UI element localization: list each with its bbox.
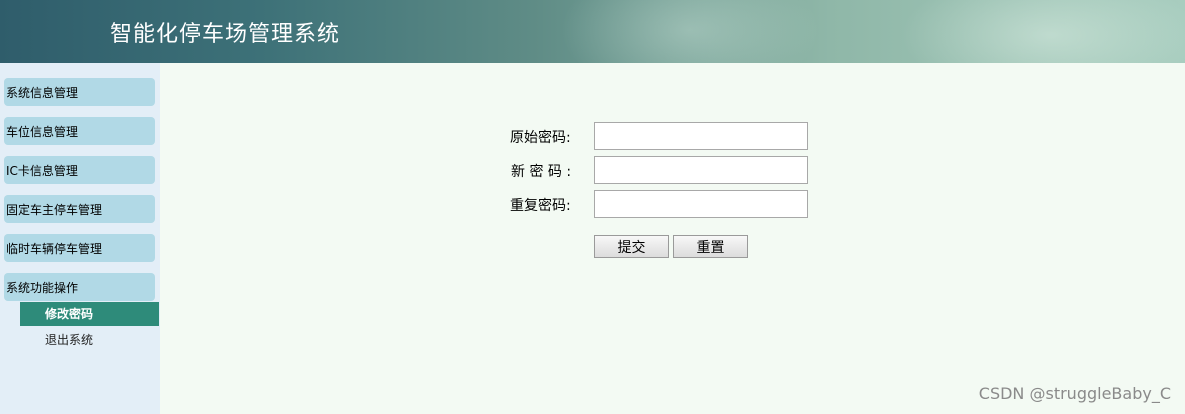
sidebar-item-parking-space[interactable]: 车位信息管理 (4, 117, 155, 145)
new-password-label: 新 密 码 : (511, 164, 572, 180)
header-banner: 智能化停车场管理系统 (0, 0, 1185, 63)
old-password-field[interactable] (594, 122, 808, 150)
reset-button[interactable]: 重置 (673, 235, 748, 258)
banner-decoration (900, 0, 1185, 63)
confirm-password-field[interactable] (594, 190, 808, 218)
sidebar-item-temp-vehicle[interactable]: 临时车辆停车管理 (4, 234, 155, 262)
sidebar-subitem-change-password[interactable]: 修改密码 (20, 302, 159, 326)
old-password-label: 原始密码: (510, 130, 571, 146)
sidebar-item-fixed-owner[interactable]: 固定车主停车管理 (4, 195, 155, 223)
sidebar: 系统信息管理 车位信息管理 IC卡信息管理 固定车主停车管理 临时车辆停车管理 … (0, 63, 160, 414)
sidebar-subitem-logout[interactable]: 退出系统 (20, 328, 159, 352)
banner-decoration (560, 0, 820, 63)
watermark: CSDN @struggleBaby_C (978, 384, 1171, 403)
sidebar-item-system-info[interactable]: 系统信息管理 (4, 78, 155, 106)
sidebar-item-system-functions[interactable]: 系统功能操作 (4, 273, 155, 301)
app-title: 智能化停车场管理系统 (110, 22, 341, 47)
new-password-field[interactable] (594, 156, 808, 184)
confirm-password-label: 重复密码: (510, 198, 571, 214)
sidebar-item-ic-card[interactable]: IC卡信息管理 (4, 156, 155, 184)
submit-button[interactable]: 提交 (594, 235, 669, 258)
